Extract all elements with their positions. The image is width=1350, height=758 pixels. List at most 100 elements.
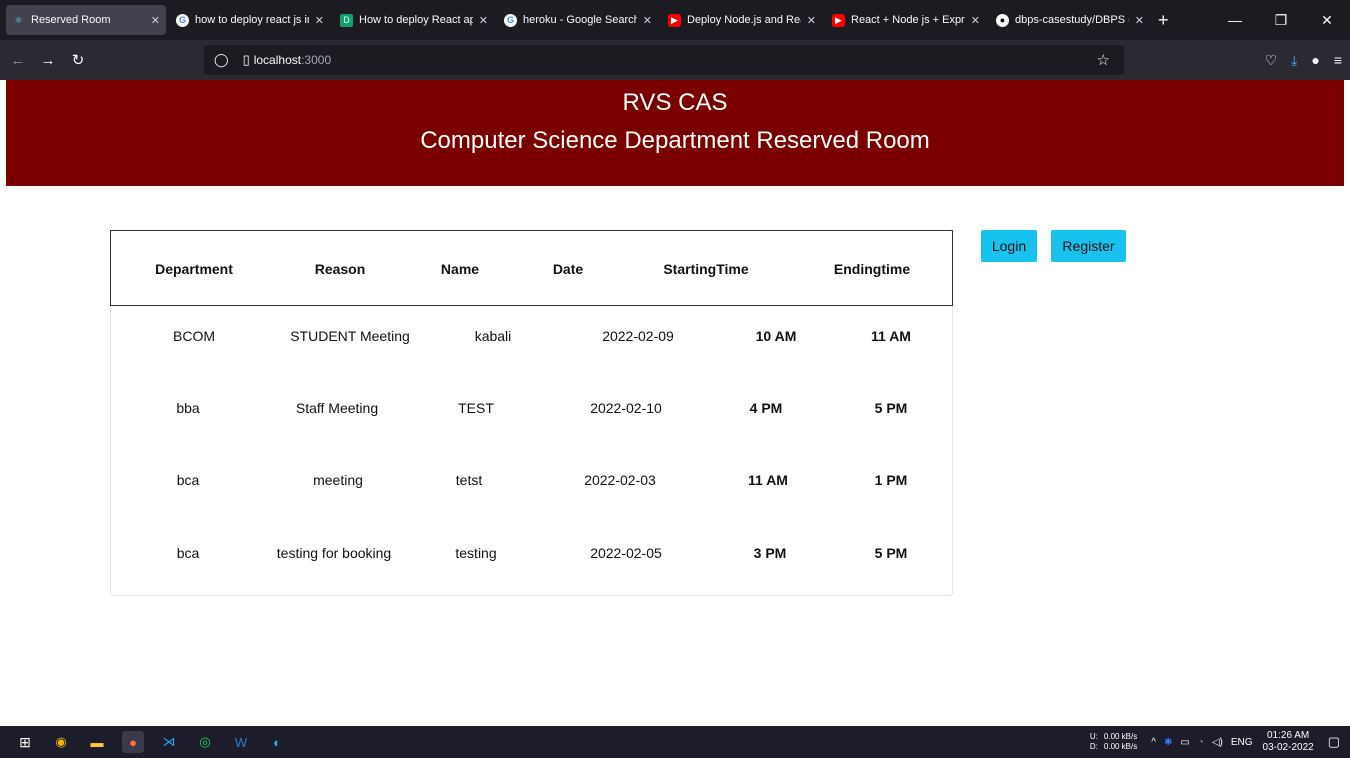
- cell-starting-time: 4 PM: [749, 400, 783, 416]
- tab-title: React + Node js + Expre: [851, 14, 965, 26]
- edge-icon[interactable]: ◐: [266, 731, 288, 753]
- chrome-icon[interactable]: ◉: [50, 731, 72, 753]
- cell-ending-time: 5 PM: [874, 545, 908, 561]
- close-icon[interactable]: ✕: [151, 14, 160, 27]
- cell-reason: testing for booking: [276, 545, 392, 561]
- tab-react-node-express[interactable]: ▶ React + Node js + Expre ✕: [826, 5, 986, 35]
- cell-starting-time: 3 PM: [753, 545, 787, 561]
- close-icon[interactable]: ✕: [971, 14, 980, 27]
- network-speed: U: D:: [1090, 732, 1098, 752]
- cell-starting-time: 10 AM: [755, 328, 797, 344]
- cell-ending-time: 11 AM: [871, 328, 911, 344]
- react-icon: ⚛: [14, 14, 23, 25]
- tab-reserved-room[interactable]: ⚛ Reserved Room ✕: [6, 5, 166, 35]
- cell-department: BCOM: [173, 328, 215, 344]
- close-window-icon[interactable]: ✕: [1304, 12, 1350, 29]
- address-bar[interactable]: ◯ ▯ localhost:3000 ☆: [204, 45, 1124, 75]
- chevron-up-icon[interactable]: ^: [1151, 737, 1156, 748]
- file-explorer-icon[interactable]: ▬: [86, 731, 108, 753]
- close-icon[interactable]: ✕: [479, 14, 488, 27]
- toolbar-icons: ♡ ⤓ ● ≡: [1251, 40, 1342, 80]
- bluetooth-icon[interactable]: ✱: [1164, 737, 1172, 748]
- new-tab-icon[interactable]: +: [1158, 10, 1169, 31]
- cell-name: testing: [455, 545, 497, 561]
- download-icon[interactable]: ⤓: [1291, 52, 1297, 69]
- language-indicator[interactable]: ENG: [1231, 737, 1253, 748]
- tab-deploy-nodejs[interactable]: ▶ Deploy Node.js and Rea ✕: [662, 5, 822, 35]
- column-header-reason: Reason: [314, 261, 366, 277]
- browser-tab-bar: ⚛ Reserved Room ✕ G how to deploy react …: [0, 0, 1350, 40]
- minimize-icon[interactable]: —: [1212, 12, 1258, 28]
- net-up-value: 0.00 kB/s: [1103, 732, 1138, 741]
- network-speed-values: 0.00 kB/s 0.00 kB/s: [1104, 732, 1137, 752]
- restore-icon[interactable]: ❐: [1258, 12, 1304, 29]
- window-controls: — ❐ ✕: [1212, 0, 1350, 40]
- cell-date: 2022-02-09: [602, 328, 674, 344]
- dev-icon: D: [340, 13, 353, 27]
- net-up-label: U:: [1089, 732, 1098, 741]
- youtube-icon: ▶: [832, 13, 845, 27]
- site-title: RVS CAS: [622, 89, 728, 116]
- vscode-icon[interactable]: ⋊: [158, 731, 180, 753]
- wifi-icon[interactable]: ◔: [1198, 737, 1204, 748]
- cell-ending-time: 5 PM: [874, 400, 908, 416]
- google-icon: G: [504, 13, 517, 27]
- close-icon[interactable]: ✕: [643, 14, 652, 27]
- pocket-icon[interactable]: ♡: [1265, 52, 1278, 69]
- tab-title: Reserved Room: [31, 14, 111, 26]
- clock[interactable]: 01:26 AM 03-02-2022: [1263, 730, 1314, 754]
- tab-title: heroku - Google Search: [523, 14, 637, 26]
- google-icon: G: [176, 13, 189, 27]
- forward-icon[interactable]: →: [36, 52, 60, 69]
- close-icon[interactable]: ✕: [315, 14, 324, 27]
- back-icon[interactable]: ←: [6, 52, 30, 69]
- tab-title: Deploy Node.js and Rea: [687, 14, 801, 26]
- volume-icon[interactable]: ◁): [1212, 737, 1223, 748]
- login-button[interactable]: Login: [981, 230, 1037, 262]
- cell-reason: Staff Meeting: [295, 400, 379, 416]
- cell-ending-time: 1 PM: [874, 472, 908, 488]
- cell-reason: STUDENT Meeting: [290, 328, 410, 344]
- github-icon: ●: [996, 13, 1009, 27]
- grammarly-icon[interactable]: ●: [1311, 52, 1319, 68]
- clock-time: 01:26 AM: [1266, 730, 1310, 741]
- column-header-ending-time: Endingtime: [833, 261, 911, 277]
- tab-heroku-search[interactable]: G heroku - Google Search ✕: [498, 5, 658, 35]
- whatsapp-icon[interactable]: ◎: [194, 731, 216, 753]
- column-header-starting-time: StartingTime: [663, 261, 749, 277]
- tab-title: dbps-casestudy/DBPS (D: [1015, 14, 1129, 26]
- cell-starting-time: 11 AM: [748, 472, 788, 488]
- shield-icon[interactable]: ◯: [214, 52, 229, 68]
- column-header-date: Date: [552, 261, 584, 277]
- tab-github-dbps[interactable]: ● dbps-casestudy/DBPS (D ✕: [990, 5, 1150, 35]
- notifications-icon[interactable]: ▢: [1328, 734, 1340, 750]
- close-icon[interactable]: ✕: [807, 14, 816, 27]
- cell-department: bca: [176, 472, 200, 488]
- tab-how-to-deploy-react-app[interactable]: D How to deploy React ap ✕: [334, 5, 494, 35]
- net-down-label: D:: [1089, 742, 1098, 751]
- page-subtitle: Computer Science Department Reserved Roo…: [420, 127, 930, 154]
- battery-icon[interactable]: ▭: [1180, 737, 1189, 748]
- menu-icon[interactable]: ≡: [1334, 52, 1342, 68]
- tab-how-to-deploy-react[interactable]: G how to deploy react js in ✕: [170, 5, 330, 35]
- url-port: :3000: [301, 53, 332, 67]
- windows-start-icon[interactable]: ⊞: [14, 731, 36, 753]
- tab-title: How to deploy React ap: [359, 14, 473, 26]
- cell-reason: meeting: [313, 472, 363, 488]
- reservations-table: Department Reason Name Date StartingTime…: [110, 230, 953, 596]
- bookmark-star-icon[interactable]: ☆: [1097, 51, 1110, 69]
- column-header-department: Department: [155, 261, 233, 277]
- tab-title: how to deploy react js in: [195, 14, 309, 26]
- cell-name: kabali: [474, 328, 512, 344]
- clock-date: 03-02-2022: [1262, 742, 1314, 753]
- cell-name: TEST: [458, 400, 494, 416]
- close-icon[interactable]: ✕: [1135, 14, 1144, 27]
- url-host: localhost: [253, 53, 302, 67]
- cell-date: 2022-02-05: [590, 545, 662, 561]
- reload-icon[interactable]: ↻: [66, 51, 90, 69]
- os-taskbar: ⊞ ◉ ▬ ● ⋊ ◎ W ◐ U: D: 0.00 kB/s 0.00 kB/…: [0, 726, 1350, 758]
- register-button[interactable]: Register: [1051, 230, 1126, 262]
- word-icon[interactable]: W: [230, 731, 252, 753]
- cell-date: 2022-02-03: [584, 472, 656, 488]
- firefox-icon[interactable]: ●: [122, 731, 144, 753]
